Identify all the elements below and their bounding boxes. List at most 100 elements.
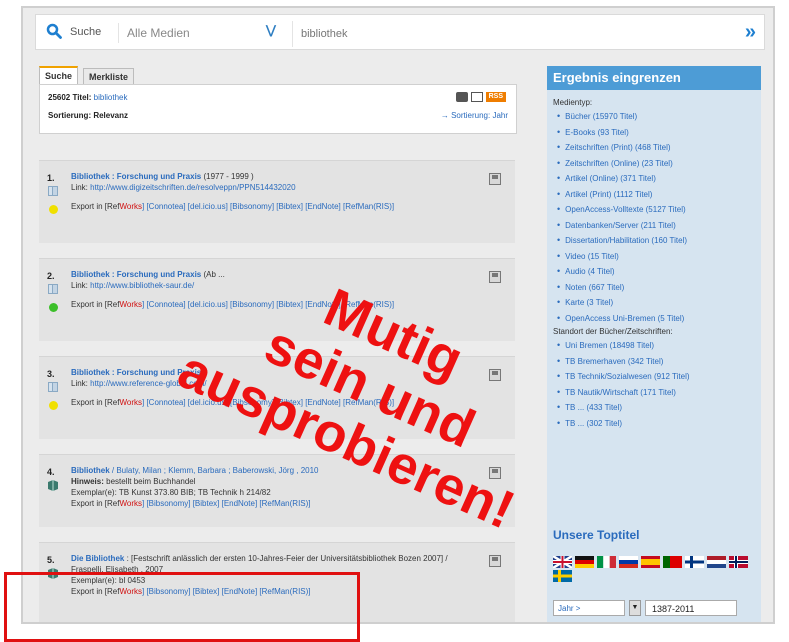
entry-link[interactable]: http://www.bibliothek-saur.de/ (90, 281, 194, 290)
filter-item[interactable]: Bücher (15970 Titel) (557, 109, 761, 125)
search-label: Suche (70, 26, 102, 38)
search-bar: Suche Alle Medien ⋁ » (35, 14, 765, 50)
entry-number: 3. (47, 369, 55, 379)
mail-icon[interactable] (470, 92, 483, 102)
uk-flag-icon[interactable] (553, 556, 572, 568)
entry-meta: : [Festschrift anlässlich der ersten 10-… (71, 554, 448, 574)
filter-item[interactable]: OpenAccess Uni-Bremen (5 Titel) (557, 311, 761, 327)
results-column: Suche Merkliste 25602 Titel: bibliothek … (39, 66, 517, 134)
filter-item[interactable]: Zeitschriften (Online) (23 Titel) (557, 156, 761, 172)
export-links[interactable]: ] [Connotea] [del.icio.us] [Bibsonomy] [… (142, 202, 394, 211)
entry-number: 4. (47, 467, 55, 477)
result-entry: 1. Bibliothek : Forschung und Praxis (19… (39, 160, 515, 243)
export-refworks[interactable]: Works (119, 499, 142, 508)
sort-by-year-link[interactable]: → Sortierung: Jahr (441, 111, 508, 120)
save-disk-icon[interactable] (489, 369, 501, 381)
export-refworks[interactable]: Works (119, 398, 142, 407)
printer-icon[interactable] (455, 92, 468, 102)
dropdown-arrow-icon[interactable]: ▼ (629, 600, 641, 616)
save-disk-icon[interactable] (489, 173, 501, 185)
rss-icon[interactable]: RSS (485, 92, 506, 102)
export-links[interactable]: ] [Connotea] [del.icio.us] [Bibsonomy] [… (142, 300, 394, 309)
filter-sidebar: Ergebnis eingrenzen Medientyp: Bücher (1… (547, 66, 761, 622)
chevron-down-icon[interactable]: ⋁ (266, 23, 276, 37)
entry-number: 2. (47, 271, 55, 281)
filter-item[interactable]: Noten (667 Titel) (557, 280, 761, 296)
media-select[interactable]: Alle Medien (118, 23, 286, 43)
entry-line-label: Link: (71, 379, 91, 388)
sidebar-title: Ergebnis eingrenzen (547, 66, 761, 90)
entry-link[interactable]: http://www.digizeitschriften.de/resolvep… (90, 183, 295, 192)
filter-item[interactable]: E-Books (93 Titel) (557, 125, 761, 141)
russia-flag-icon[interactable] (619, 556, 638, 568)
save-disk-icon[interactable] (489, 467, 501, 479)
language-flags (553, 556, 753, 582)
save-disk-icon[interactable] (489, 555, 501, 567)
filter-item[interactable]: TB ... (302 Titel) (557, 416, 761, 432)
tab-bar: Suche Merkliste (39, 66, 517, 85)
year-range-field[interactable]: 1387-2011 (645, 600, 737, 616)
entry-meta: (Ab ... (201, 270, 225, 279)
tab-merkliste[interactable]: Merkliste (83, 68, 135, 85)
filter-item[interactable]: Artikel (Online) (371 Titel) (557, 171, 761, 187)
year-select[interactable]: Jahr > (553, 600, 625, 616)
entry-link[interactable]: http://www.reference-global.com/ (90, 379, 207, 388)
filter-item[interactable]: TB Nautik/Wirtschaft (171 Titel) (557, 385, 761, 401)
save-disk-icon[interactable] (489, 271, 501, 283)
entry-line-label: Hinweis: (71, 477, 107, 486)
result-count-term[interactable]: bibliothek (94, 93, 128, 102)
sweden-flag-icon[interactable] (553, 570, 572, 582)
filter-item[interactable]: Artikel (Print) (1112 Titel) (557, 187, 761, 203)
journal-icon (48, 284, 58, 294)
standort-list: Uni Bremen (18498 Titel) TB Bremerhaven … (547, 338, 761, 431)
entry-body: Bibliothek : Forschung und Praxis (Ab ..… (71, 269, 475, 310)
entry-title[interactable]: Bibliothek : Forschung und Praxis (71, 368, 201, 377)
norway-flag-icon[interactable] (729, 556, 748, 568)
entry-holdings: Exemplar(e): TB Kunst 373.80 BIB; TB Tec… (71, 488, 271, 497)
portugal-flag-icon[interactable] (663, 556, 682, 568)
book-icon (48, 480, 58, 491)
italy-flag-icon[interactable] (597, 556, 616, 568)
filter-item[interactable]: Video (15 Titel) (557, 249, 761, 265)
finland-flag-icon[interactable] (685, 556, 704, 568)
filter-item[interactable]: Karte (3 Titel) (557, 295, 761, 311)
journal-icon (48, 382, 58, 392)
filter-item[interactable]: Zeitschriften (Print) (468 Titel) (557, 140, 761, 156)
search-input[interactable] (292, 21, 733, 47)
export-prefix: Export in [Ref (71, 499, 120, 508)
export-links[interactable]: ] [Bibsonomy] [Bibtex] [EndNote] [RefMan… (142, 499, 311, 508)
toptitel-heading: Unsere Toptitel (553, 528, 640, 542)
entry-title[interactable]: Bibliothek : Forschung und Praxis (71, 270, 201, 279)
filter-item[interactable]: TB Bremerhaven (342 Titel) (557, 354, 761, 370)
germany-flag-icon[interactable] (575, 556, 594, 568)
search-icon[interactable] (46, 23, 62, 39)
filter-item[interactable]: Datenbanken/Server (211 Titel) (557, 218, 761, 234)
entry-line-label: Link: (71, 183, 91, 192)
filter-item[interactable]: Uni Bremen (18498 Titel) (557, 338, 761, 354)
spain-flag-icon[interactable] (641, 556, 660, 568)
catalog-screenshot: Suche Alle Medien ⋁ » Suche Merkliste 25… (21, 6, 775, 624)
export-refworks[interactable]: Works (119, 300, 142, 309)
export-refworks[interactable]: Works (119, 202, 142, 211)
export-links[interactable]: ] [Connotea] [del.icio.us] [Bibsonomy] [… (142, 398, 394, 407)
entry-body: Bibliothek : Forschung und Praxis Link: … (71, 367, 475, 408)
entry-meta[interactable]: / Bulaty, Milan ; Klemm, Barbara ; Baber… (110, 466, 319, 475)
medientyp-list: Bücher (15970 Titel) E-Books (93 Titel) … (547, 109, 761, 326)
export-prefix: Export in [Ref (71, 202, 120, 211)
netherlands-flag-icon[interactable] (707, 556, 726, 568)
entry-note: bestellt beim Buchhandel (106, 477, 196, 486)
entry-title[interactable]: Die Bibliothek (71, 554, 124, 563)
tab-suche[interactable]: Suche (39, 66, 79, 84)
search-submit-icon[interactable]: » (745, 21, 756, 43)
filter-item[interactable]: TB ... (433 Titel) (557, 400, 761, 416)
entry-number: 5. (47, 555, 55, 565)
entry-title[interactable]: Bibliothek : Forschung und Praxis (71, 172, 201, 181)
entry-title[interactable]: Bibliothek (71, 466, 110, 475)
filter-item[interactable]: OpenAccess-Volltexte (5127 Titel) (557, 202, 761, 218)
filter-item[interactable]: TB Technik/Sozialwesen (912 Titel) (557, 369, 761, 385)
result-count: 25602 Titel: bibliothek (48, 93, 127, 102)
entry-meta: (1977 - 1999 ) (201, 172, 254, 181)
medientyp-label: Medientyp: (553, 98, 593, 107)
filter-item[interactable]: Audio (4 Titel) (557, 264, 761, 280)
filter-item[interactable]: Dissertation/Habilitation (160 Titel) (557, 233, 761, 249)
